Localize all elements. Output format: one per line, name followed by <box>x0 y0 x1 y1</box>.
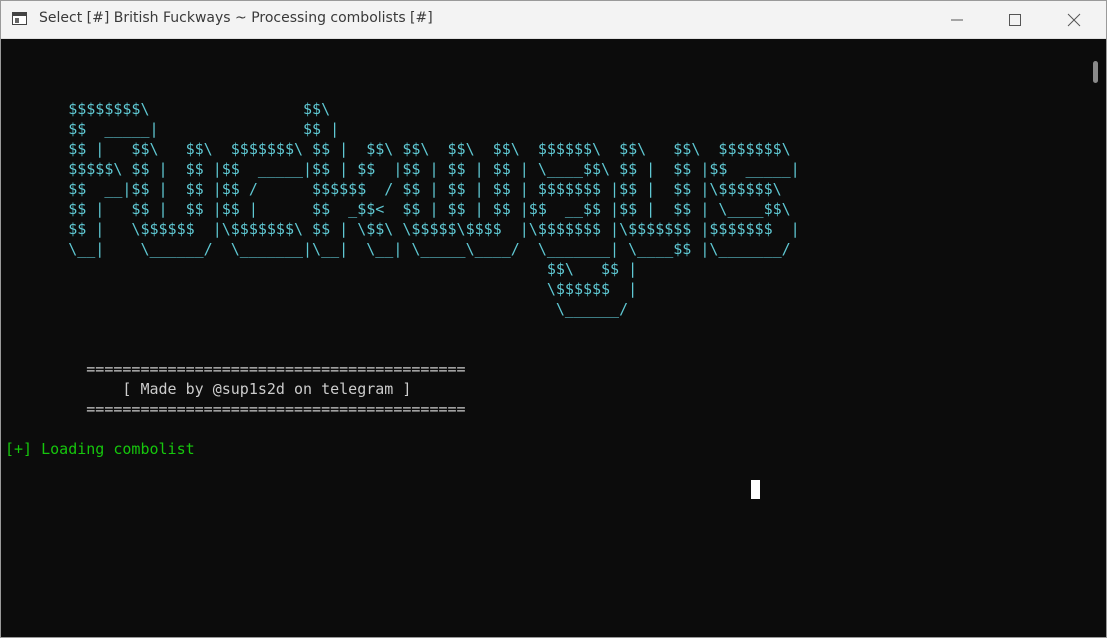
separator-top-text: ========================================… <box>86 360 466 378</box>
title-bar[interactable]: Select [#] British Fuckways ~ Processing… <box>1 1 1106 39</box>
ascii-art-banner: $$$$$$$$\ $$\ $$ _____| $$ | $$ | $$\ $$… <box>68 100 800 318</box>
console-app-icon[interactable] <box>12 12 27 25</box>
credit-text: [ Made by @sup1s2d on telegram ] <box>122 380 412 398</box>
close-icon <box>1067 13 1081 26</box>
separator-bottom-text: ========================================… <box>86 400 466 418</box>
status-line: [+] Loading combolist <box>5 440 195 458</box>
credit-line: [ Made by @sup1s2d on telegram ] <box>5 379 466 399</box>
minimize-button[interactable] <box>928 1 986 38</box>
maximize-icon <box>1009 13 1021 26</box>
minimize-icon <box>951 19 963 20</box>
window-title: Select [#] British Fuckways ~ Processing… <box>39 10 433 26</box>
vertical-scrollbar[interactable] <box>1084 39 1106 637</box>
credit-banner: ========================================… <box>5 359 466 419</box>
text-cursor <box>751 480 760 499</box>
scrollbar-thumb[interactable] <box>1093 61 1098 83</box>
maximize-button[interactable] <box>986 1 1044 38</box>
terminal-window: Select [#] British Fuckways ~ Processing… <box>0 0 1107 638</box>
separator-top: ========================================… <box>5 359 466 379</box>
console-output[interactable]: $$$$$$$$\ $$\ $$ _____| $$ | $$ | $$\ $$… <box>1 39 1084 637</box>
close-button[interactable] <box>1045 1 1103 38</box>
separator-bottom: ========================================… <box>5 399 466 419</box>
